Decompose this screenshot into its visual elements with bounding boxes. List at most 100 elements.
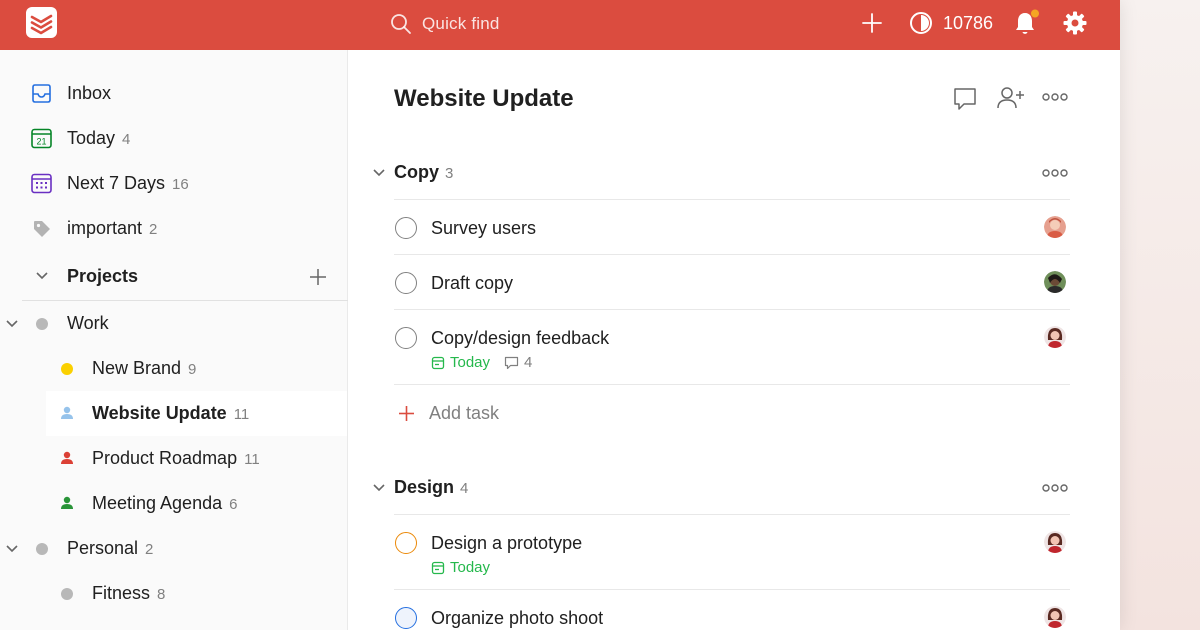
- task-checkbox[interactable]: [395, 272, 417, 294]
- shared-project-person-icon: [61, 406, 73, 419]
- sidebar-item-new-brand[interactable]: New Brand 9: [0, 346, 347, 391]
- sidebar-item-work[interactable]: Work: [0, 301, 347, 346]
- assignee-avatar[interactable]: [1044, 606, 1066, 628]
- sidebar-item-product-roadmap[interactable]: Product Roadmap 11: [0, 436, 347, 481]
- divider: [394, 309, 1070, 310]
- karma-icon[interactable]: [909, 11, 933, 35]
- shared-project-person-icon: [61, 496, 73, 509]
- assignee-avatar[interactable]: [1044, 216, 1066, 238]
- plus-icon[interactable]: [861, 12, 883, 34]
- calendar-icon: [431, 356, 445, 369]
- chevron-down-icon[interactable]: [5, 544, 19, 554]
- divider: [394, 514, 1070, 515]
- search-placeholder: Quick find: [422, 14, 500, 33]
- task-checkbox-priority-2[interactable]: [395, 532, 417, 554]
- sidebar-item-label: Work: [67, 313, 109, 333]
- today-icon-date: 21: [36, 137, 46, 147]
- task-label[interactable]: Draft copy: [431, 273, 513, 294]
- sidebar-item-count: 6: [229, 496, 238, 513]
- sidebar-item-label: Inbox: [67, 83, 112, 103]
- section-count: 4: [460, 480, 469, 497]
- calendar-icon: [431, 561, 445, 574]
- notification-dot: [1031, 9, 1039, 18]
- task-checkbox-priority-3[interactable]: [395, 607, 417, 629]
- sidebar-item-count: 9: [188, 361, 197, 378]
- sidebar-item-label: Fitness: [92, 583, 151, 603]
- sidebar-item-label: New Brand: [92, 358, 182, 378]
- due-date[interactable]: Today: [431, 559, 490, 576]
- chevron-down-icon[interactable]: [5, 319, 19, 329]
- sidebar-item-count: 4: [122, 131, 131, 148]
- karma-count[interactable]: 10786: [943, 13, 993, 34]
- section-count: 3: [445, 165, 454, 182]
- sidebar-item-label: Product Roadmap: [92, 448, 238, 468]
- sidebar-item-personal[interactable]: Personal 2: [0, 526, 347, 571]
- add-project-icon[interactable]: [309, 268, 327, 286]
- sidebar-item-label: Today: [67, 128, 116, 148]
- comment-count-label: 4: [524, 354, 533, 371]
- add-person-icon[interactable]: [996, 85, 1026, 111]
- sidebar-item-count: 2: [145, 541, 154, 558]
- todoist-logo-icon[interactable]: [26, 7, 57, 38]
- project-color-dot: [36, 543, 48, 555]
- tag-icon: [34, 221, 50, 237]
- sidebar-item-next-7-days[interactable]: Next 7 Days 16: [0, 161, 347, 206]
- add-task-button[interactable]: Add task: [398, 403, 499, 424]
- sidebar-item-count: 8: [157, 586, 166, 603]
- plus-icon: [399, 406, 414, 421]
- chevron-down-icon[interactable]: [372, 483, 386, 493]
- sidebar-item-label: Next 7 Days: [67, 173, 166, 193]
- due-date-label: Today: [450, 354, 491, 371]
- sidebar-item-label: Website Update: [92, 403, 227, 423]
- divider: [394, 199, 1070, 200]
- task-label[interactable]: Copy/design feedback: [431, 328, 609, 349]
- sidebar-item-fitness[interactable]: Fitness 8: [0, 571, 347, 616]
- page-title: Website Update: [394, 85, 574, 112]
- section-header-copy[interactable]: Copy 3: [394, 162, 453, 183]
- project-color-dot: [61, 588, 73, 600]
- task-meta: Today: [431, 559, 490, 576]
- gear-icon[interactable]: [1062, 10, 1088, 36]
- task-label[interactable]: Design a prototype: [431, 533, 582, 554]
- divider: [394, 384, 1070, 385]
- chevron-down-icon[interactable]: [35, 271, 49, 281]
- inbox-icon: [32, 84, 51, 103]
- shared-project-person-icon: [61, 451, 73, 464]
- calendar-week-icon: [31, 173, 52, 194]
- top-bar: Quick find 10786: [0, 0, 1120, 50]
- assignee-avatar[interactable]: [1044, 531, 1066, 553]
- task-checkbox[interactable]: [395, 217, 417, 239]
- bell-icon[interactable]: [1013, 9, 1041, 37]
- sidebar-item-important[interactable]: important 2: [0, 206, 347, 251]
- comment-icon[interactable]: [952, 86, 978, 112]
- more-options-icon[interactable]: [1042, 92, 1068, 102]
- due-date[interactable]: Today: [431, 354, 490, 371]
- projects-title: Projects: [67, 266, 139, 286]
- section-more-icon[interactable]: [1042, 168, 1068, 178]
- sidebar-item-count: 11: [244, 451, 260, 468]
- sidebar-item-website-update[interactable]: Website Update 11: [46, 391, 347, 436]
- comment-icon: [504, 356, 519, 369]
- sidebar-item-count: 2: [149, 221, 158, 238]
- assignee-avatar[interactable]: [1044, 271, 1066, 293]
- sidebar-item-today[interactable]: 21 Today 4: [0, 116, 347, 161]
- projects-header[interactable]: Projects: [0, 254, 347, 299]
- quick-find-search[interactable]: Quick find: [390, 11, 690, 37]
- sidebar-item-label: important: [67, 218, 143, 238]
- sidebar-item-label: Meeting Agenda: [92, 493, 223, 513]
- task-meta: Today 4: [431, 354, 532, 371]
- task-label[interactable]: Survey users: [431, 218, 536, 239]
- comment-count[interactable]: 4: [504, 354, 532, 371]
- task-checkbox[interactable]: [395, 327, 417, 349]
- sidebar-item-inbox[interactable]: Inbox: [0, 71, 347, 116]
- sidebar-item-meeting-agenda[interactable]: Meeting Agenda 6: [0, 481, 347, 526]
- chevron-down-icon[interactable]: [372, 168, 386, 178]
- task-label[interactable]: Organize photo shoot: [431, 608, 603, 629]
- section-more-icon[interactable]: [1042, 483, 1068, 493]
- assignee-avatar[interactable]: [1044, 326, 1066, 348]
- search-icon: [391, 14, 411, 34]
- section-name: Copy: [394, 162, 439, 182]
- divider: [394, 589, 1070, 590]
- section-header-design[interactable]: Design 4: [394, 477, 468, 498]
- sidebar: Inbox 21 Today 4 Next 7 Days 16 importan…: [0, 50, 348, 630]
